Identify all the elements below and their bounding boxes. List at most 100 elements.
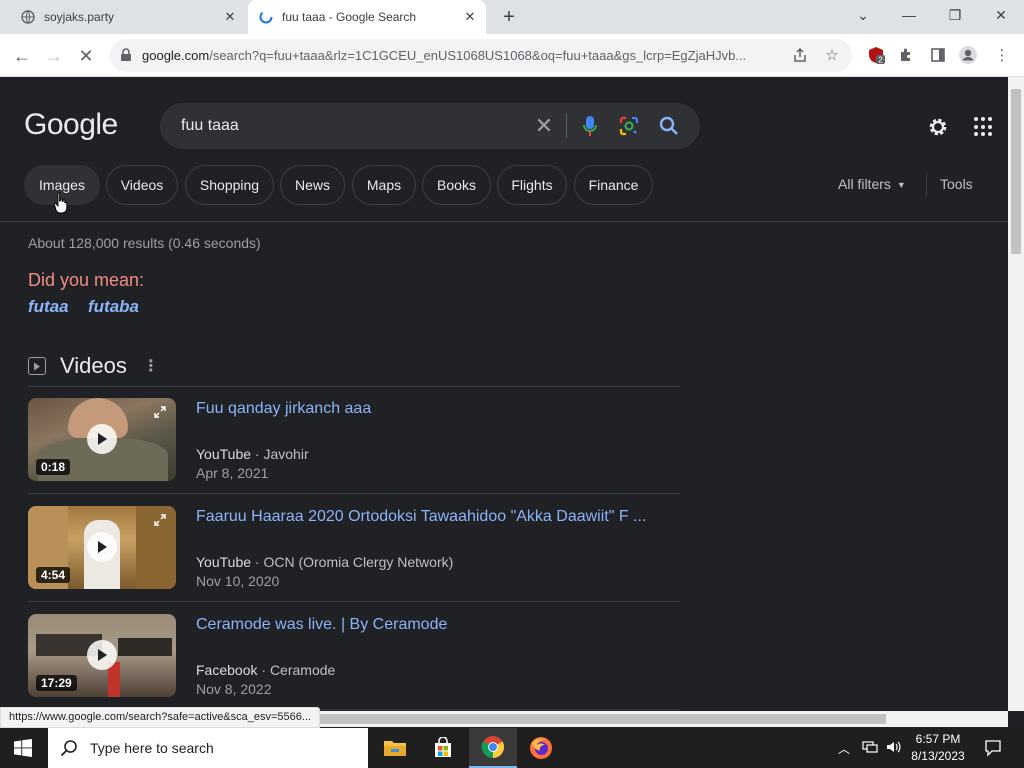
notifications-icon[interactable]	[984, 739, 1002, 760]
network-icon[interactable]	[862, 740, 878, 757]
clear-search-icon[interactable]: ✕	[532, 114, 556, 138]
suggestion-link[interactable]: futaa	[28, 297, 69, 317]
chip-flights[interactable]: Flights	[497, 165, 567, 205]
video-thumbnail[interactable]: 0:18	[28, 398, 176, 481]
chip-maps[interactable]: Maps	[352, 165, 416, 205]
bookmark-star-icon[interactable]: ☆	[822, 45, 842, 65]
windows-taskbar: Type here to search ︿ 6:57 PM 8/13/2023	[0, 728, 1024, 768]
video-date: Nov 8, 2022	[196, 681, 272, 697]
tab-google-search[interactable]: fuu taaa - Google Search ✕	[248, 0, 486, 34]
taskbar-search-box[interactable]: Type here to search	[48, 728, 368, 768]
all-filters-button[interactable]: All filters ▼	[838, 176, 906, 192]
video-duration: 17:29	[36, 675, 77, 691]
google-apps-icon[interactable]	[974, 117, 994, 137]
video-result[interactable]: 4:54 Faaruu Haaraa 2020 Ortodoksi Tawaah…	[28, 506, 680, 598]
video-duration: 0:18	[36, 459, 71, 475]
suggestion-link[interactable]: futaba	[88, 297, 139, 317]
video-date: Nov 10, 2020	[196, 573, 280, 589]
volume-icon[interactable]	[886, 740, 902, 757]
search-box[interactable]: fuu taaa ✕	[160, 103, 700, 149]
hand-cursor-icon	[54, 192, 68, 214]
firefox-icon[interactable]	[517, 728, 565, 768]
show-hidden-icons-chevron[interactable]: ︿	[838, 740, 850, 757]
video-source: Facebook · Ceramode	[196, 662, 336, 678]
caret-down-icon: ▼	[896, 180, 906, 191]
play-icon[interactable]	[87, 532, 117, 562]
address-bar[interactable]: google.com/search?q=fuu+taaa&rlz=1C1GCEU…	[110, 39, 852, 72]
row-divider	[28, 601, 680, 602]
tab-title: soyjaks.party	[44, 10, 115, 24]
clock-time: 6:57 PM	[915, 732, 961, 746]
microphone-icon[interactable]	[582, 114, 598, 138]
video-thumbnail[interactable]: 4:54	[28, 506, 176, 589]
close-tab-icon[interactable]: ✕	[462, 9, 478, 25]
forward-button[interactable]: →	[40, 42, 68, 70]
google-lens-icon[interactable]	[618, 115, 640, 137]
new-tab-button[interactable]: +	[498, 6, 520, 28]
minimize-button[interactable]: —	[886, 0, 932, 30]
videos-heading: Videos	[60, 353, 127, 378]
file-explorer-icon[interactable]	[371, 728, 419, 768]
row-divider	[28, 493, 680, 494]
status-bar-url: https://www.google.com/search?safe=activ…	[0, 707, 321, 728]
windows-start-icon[interactable]	[14, 739, 32, 757]
header-divider	[0, 221, 1008, 222]
close-tab-icon[interactable]: ✕	[222, 9, 238, 25]
browser-toolbar: ← → ✕ google.com/search?q=fuu+taaa&rlz=1…	[0, 34, 1024, 77]
chip-books[interactable]: Books	[422, 165, 491, 205]
more-options-icon[interactable]: ⋮	[143, 356, 159, 376]
profile-avatar-icon[interactable]	[958, 45, 978, 65]
video-title-link[interactable]: Ceramode was live. | By Ceramode	[196, 616, 447, 634]
tab-search-chevron-icon[interactable]: ⌄	[840, 0, 886, 30]
tab-title: fuu taaa - Google Search	[282, 10, 417, 24]
search-input[interactable]: fuu taaa	[181, 117, 239, 135]
chrome-menu-icon[interactable]: ⋮	[992, 45, 1012, 65]
video-section-icon	[28, 357, 46, 375]
lock-icon[interactable]	[120, 48, 132, 62]
row-divider	[28, 386, 680, 387]
extension-shield-icon[interactable]: 2	[866, 45, 886, 65]
video-duration: 4:54	[36, 567, 71, 583]
extensions-puzzle-icon[interactable]	[896, 45, 916, 65]
video-source: YouTube · OCN (Oromia Clergy Network)	[196, 554, 454, 570]
play-icon[interactable]	[87, 424, 117, 454]
url-text: google.com/search?q=fuu+taaa&rlz=1C1GCEU…	[142, 48, 747, 63]
chip-shopping[interactable]: Shopping	[185, 165, 274, 205]
video-date: Apr 8, 2021	[196, 465, 269, 481]
expand-icon	[154, 406, 166, 418]
microsoft-store-icon[interactable]	[419, 728, 467, 768]
video-title-link[interactable]: Faaruu Haaraa 2020 Ortodoksi Tawaahidoo …	[196, 508, 646, 526]
vertical-scroll-thumb[interactable]	[1011, 89, 1021, 254]
taskbar-search-placeholder: Type here to search	[90, 740, 214, 756]
svg-text:2: 2	[878, 56, 883, 65]
chip-finance[interactable]: Finance	[574, 165, 653, 205]
search-icon	[60, 740, 77, 757]
play-icon[interactable]	[87, 640, 117, 670]
chip-news[interactable]: News	[280, 165, 345, 205]
video-result[interactable]: 17:29 Ceramode was live. | By Ceramode F…	[28, 614, 680, 706]
video-thumbnail[interactable]: 17:29	[28, 614, 176, 697]
google-logo[interactable]: Google	[24, 108, 118, 142]
settings-gear-icon[interactable]	[926, 115, 950, 139]
tab-strip: soyjaks.party ✕ fuu taaa - Google Search…	[0, 0, 1024, 34]
tab-soyjaks[interactable]: soyjaks.party ✕	[10, 0, 246, 34]
side-panel-icon[interactable]	[928, 45, 948, 65]
restore-button[interactable]: ❐	[932, 0, 978, 30]
system-clock[interactable]: 6:57 PM 8/13/2023	[902, 731, 974, 765]
filters-divider	[926, 174, 927, 196]
video-title-link[interactable]: Fuu qanday jirkanch aaa	[196, 400, 371, 418]
stop-loading-button[interactable]: ✕	[72, 42, 100, 70]
search-icon[interactable]	[658, 115, 680, 137]
clock-date: 8/13/2023	[911, 749, 965, 763]
back-button[interactable]: ←	[8, 42, 36, 70]
video-result[interactable]: 0:18 Fuu qanday jirkanch aaa YouTube · J…	[28, 398, 680, 490]
share-icon[interactable]	[790, 45, 810, 65]
close-window-button[interactable]: ✕	[978, 0, 1024, 30]
chip-videos[interactable]: Videos	[106, 165, 178, 205]
search-divider	[566, 114, 567, 138]
expand-icon	[154, 514, 166, 526]
tools-button[interactable]: Tools	[940, 176, 973, 192]
vertical-scrollbar[interactable]	[1008, 77, 1024, 711]
chrome-taskbar-icon[interactable]	[469, 728, 517, 768]
did-you-mean-label: Did you mean:	[28, 270, 145, 290]
